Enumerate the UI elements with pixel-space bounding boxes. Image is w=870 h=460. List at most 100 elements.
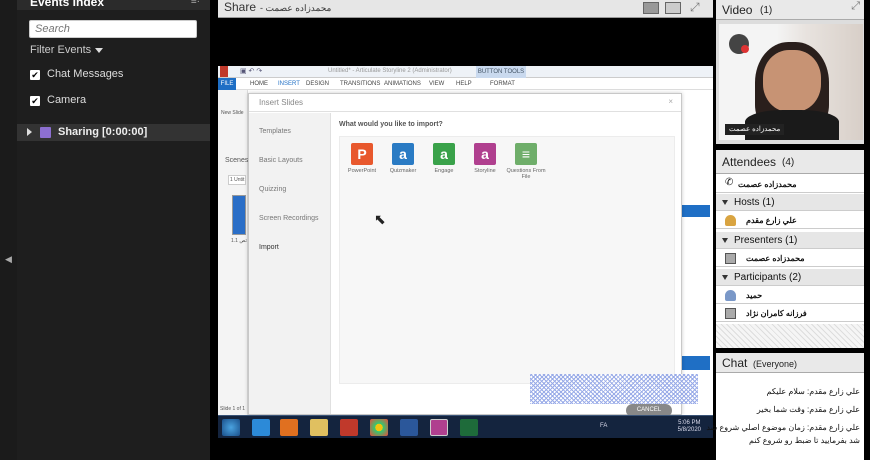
tile-label: PowerPoint (347, 168, 377, 174)
filter-events-dropdown[interactable]: Filter Events (30, 44, 104, 56)
chrome-icon[interactable] (370, 419, 388, 436)
tile-label: Storyline (474, 168, 496, 174)
language-indicator[interactable]: FA (600, 423, 607, 429)
excel-icon[interactable] (460, 419, 478, 436)
import-questions-from-file[interactable]: ≡ Questions From File (506, 143, 546, 180)
nav-templates[interactable]: Templates (259, 128, 291, 135)
tab-file[interactable]: FILE (218, 78, 236, 90)
tab-format[interactable]: FORMAT (490, 81, 515, 87)
slide-thumbnail[interactable] (232, 195, 246, 235)
storyline-task-icon[interactable] (430, 419, 448, 436)
events-index-header: Events Index ≡· (17, 0, 210, 10)
video-title: Video (722, 3, 753, 17)
empty-list-area (716, 324, 864, 348)
app-settings-button[interactable] (682, 356, 710, 370)
media-player-icon[interactable] (280, 419, 298, 436)
tab-view[interactable]: VIEW (429, 81, 444, 87)
new-slide-label[interactable]: New Slide (221, 110, 247, 116)
layout-toggle-button[interactable] (643, 2, 659, 14)
quizmaker-icon: a (392, 143, 414, 165)
acrobat-icon[interactable] (340, 419, 358, 436)
explorer-icon[interactable] (310, 419, 328, 436)
nav-basic-layouts[interactable]: Basic Layouts (259, 157, 303, 164)
collapse-arrow-icon[interactable] (722, 275, 728, 280)
chat-message: شد بفرماييد تا ضبط رو شروع کنم (749, 436, 860, 445)
start-button-icon[interactable] (222, 419, 240, 436)
chat-pod: Chat (Everyone) علي زارع مقدم: سلام عليک… (706, 353, 864, 460)
questions-file-icon: ≡ (515, 143, 537, 165)
share-pod-header: Share - محمدزاده عصمت ⤢ (218, 0, 713, 18)
window-title: Untitled* - Articulate Storyline 2 (Admi… (328, 68, 452, 74)
windows-taskbar: FA 5:06 PM 5/8/2020 (218, 415, 713, 438)
person-face (763, 50, 821, 112)
nav-screen-recordings[interactable]: Screen Recordings (259, 215, 319, 222)
scenes-label: Scenes (225, 157, 249, 164)
import-engage[interactable]: a Engage (424, 143, 464, 174)
attendee-name: علي زارع مقدم (746, 216, 797, 225)
camera-label: Camera (47, 94, 87, 106)
fullscreen-icon[interactable]: ⤢ (690, 0, 700, 15)
dialog-header: Insert Slides × (249, 94, 681, 112)
chat-messages: علي زارع مقدم: سلام عليکم علي زارع مقدم:… (706, 374, 864, 452)
attendee-row[interactable]: فرزانه کامران نژاد (716, 305, 864, 322)
attendee-row[interactable]: حميد (716, 287, 864, 304)
tab-transitions[interactable]: TRANSITIONS (340, 81, 380, 87)
attendee-name: فرزانه کامران نژاد (746, 309, 807, 318)
tile-label: Quizmaker (389, 168, 417, 174)
slide-status: Slide 1 of 1 (220, 406, 246, 412)
tile-label: Questions From File (506, 168, 546, 180)
participants-group[interactable]: Participants (2) (716, 269, 864, 286)
hosts-group[interactable]: Hosts (1) (716, 194, 864, 211)
mouse-cursor-icon: ⬉ (374, 211, 386, 227)
presenters-group[interactable]: Presenters (1) (716, 232, 864, 249)
expand-arrow-icon[interactable] (27, 128, 32, 136)
app-title-bar: ▣ ↶ ↷ Untitled* - Articulate Storyline 2… (218, 66, 713, 78)
powerpoint-icon: P (351, 143, 373, 165)
tab-home[interactable]: HOME (250, 81, 268, 87)
clock[interactable]: 5:06 PM 5/8/2020 (678, 420, 701, 434)
tab-insert[interactable]: INSERT (278, 81, 300, 87)
phone-icon: ✆ (725, 177, 734, 188)
attendee-name: حميد (746, 291, 763, 300)
quick-access-icons[interactable]: ▣ ↶ ↷ (240, 67, 262, 75)
import-quizmaker[interactable]: a Quizmaker (383, 143, 423, 174)
nav-quizzing[interactable]: Quizzing (259, 186, 286, 193)
camera-user-icon[interactable] (729, 34, 749, 54)
collapse-arrow-icon[interactable]: ◀ (5, 254, 12, 265)
scene-item[interactable]: 1 Untit (228, 175, 247, 185)
video-feed[interactable]: محمدزاده عصمت (719, 24, 863, 140)
menu-icon[interactable]: ≡· (191, 0, 200, 7)
camera-checkbox[interactable]: ✔ Camera (30, 94, 86, 106)
attendee-row[interactable]: علي زارع مقدم (716, 212, 864, 229)
import-storyline[interactable]: a Storyline (465, 143, 505, 174)
pod-options-icon[interactable]: ⤢ (851, 0, 860, 13)
import-powerpoint[interactable]: P PowerPoint (342, 143, 382, 174)
chat-messages-checkbox[interactable]: ✔ Chat Messages (30, 68, 123, 80)
attendee-row[interactable]: محمدزاده عصمت (716, 250, 864, 267)
filter-events-label: Filter Events (30, 44, 92, 56)
engage-icon: a (433, 143, 455, 165)
storyline-logo-icon (220, 66, 228, 77)
clock-date: 5/8/2020 (677, 427, 701, 433)
ie-icon[interactable] (252, 419, 270, 436)
sharing-event-row[interactable]: Sharing [0:00:00] (17, 124, 210, 141)
storyline-icon: a (474, 143, 496, 165)
collapse-arrow-icon[interactable] (722, 238, 728, 243)
tab-help[interactable]: HELP (456, 81, 472, 87)
sharing-label: Sharing [0:00:00] (58, 126, 148, 138)
fit-to-window-button[interactable] (665, 2, 681, 14)
participant-presenter-icon (725, 308, 736, 319)
left-collapse-strip[interactable]: ◀ (0, 0, 17, 460)
events-search-input[interactable] (29, 20, 197, 38)
presenter-icon (725, 253, 736, 264)
tab-animations[interactable]: ANIMATIONS (384, 81, 421, 87)
chat-scope[interactable]: (Everyone) (753, 359, 797, 369)
my-status-row[interactable]: ✆ محمدزاده عصمت (716, 176, 864, 193)
video-count: (1) (760, 5, 773, 16)
word-icon[interactable] (400, 419, 418, 436)
nav-import[interactable]: Import (259, 244, 279, 251)
close-icon[interactable]: × (668, 97, 673, 106)
collapse-arrow-icon[interactable] (722, 200, 728, 205)
tab-design[interactable]: DESIGN (306, 81, 329, 87)
host-icon (725, 215, 736, 226)
